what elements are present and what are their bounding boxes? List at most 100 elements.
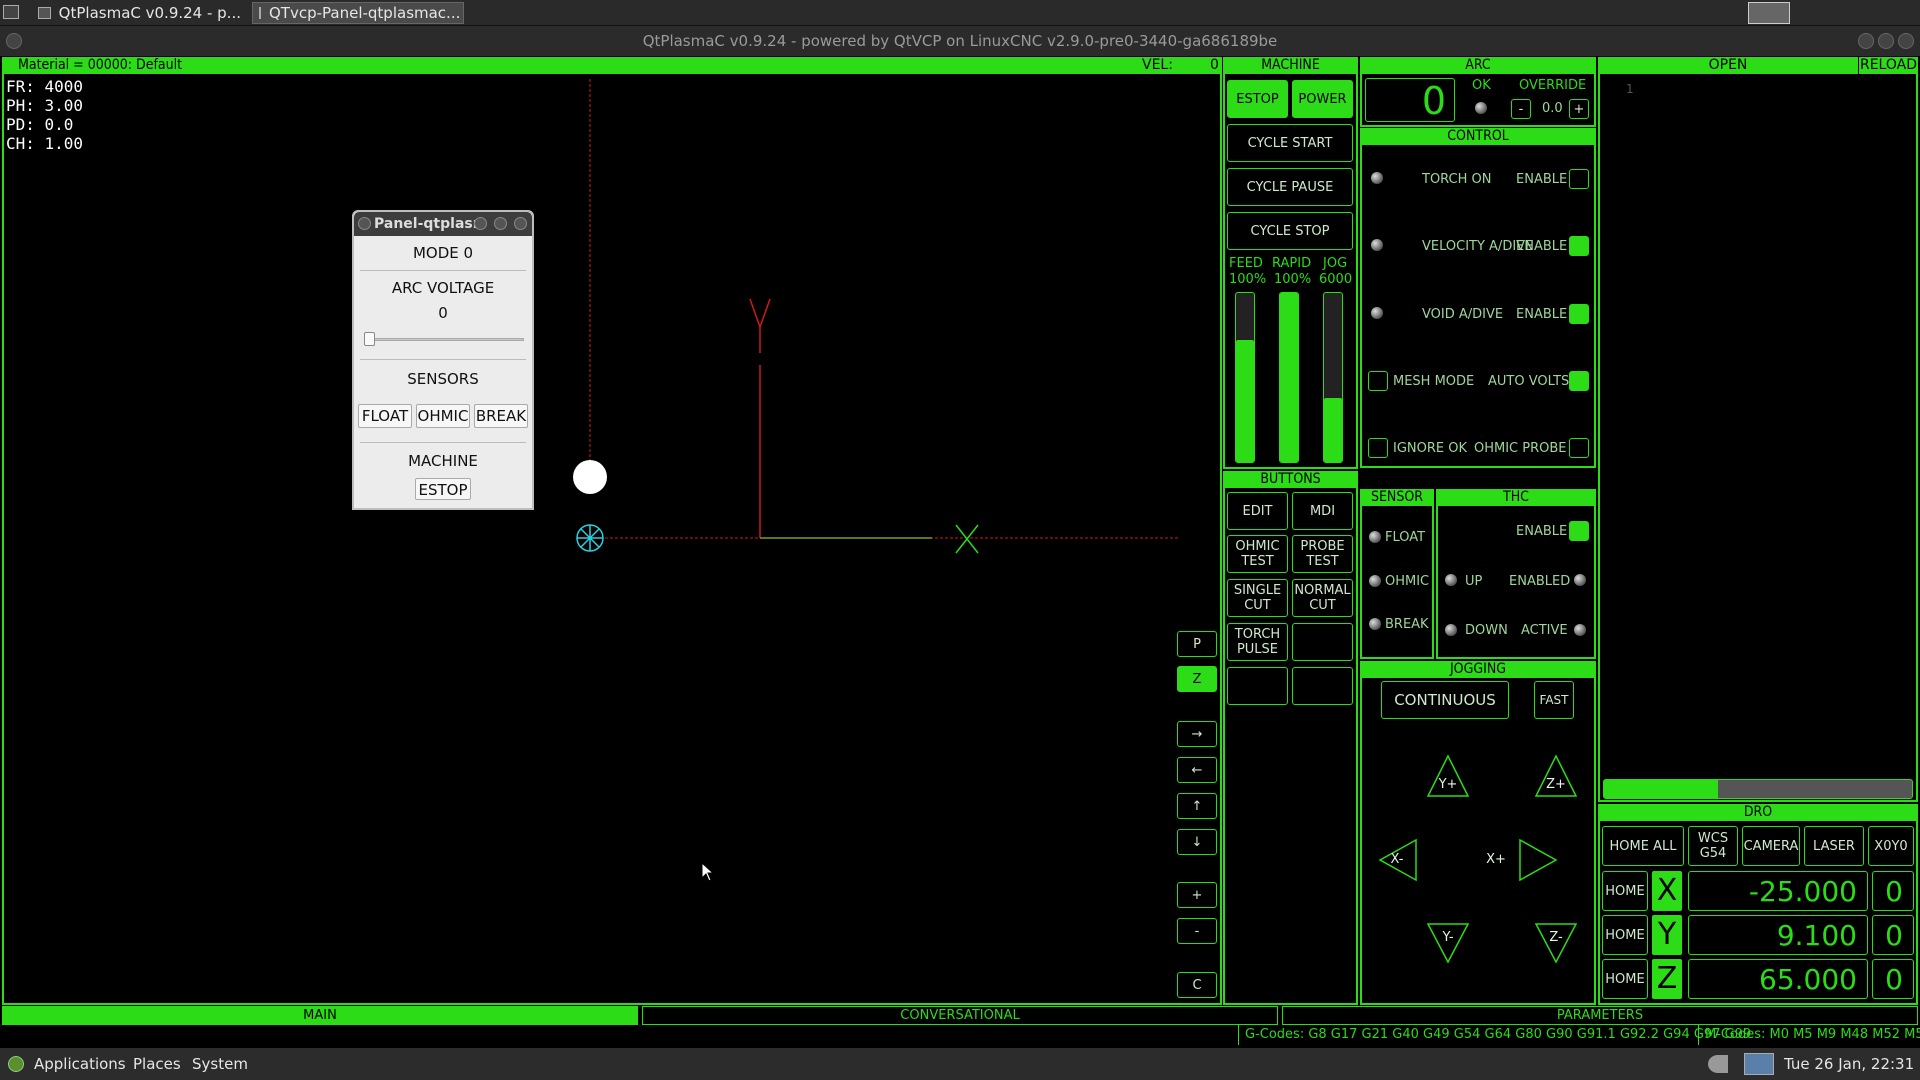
edit-button[interactable]: EDIT (1227, 492, 1288, 530)
laser-button[interactable]: LASER (1804, 826, 1864, 866)
volume-icon[interactable] (1708, 1055, 1728, 1073)
user-button-10[interactable] (1292, 667, 1353, 705)
wcs-button[interactable]: WCS G54 (1688, 826, 1738, 866)
app-icon (38, 7, 51, 19)
void-enable-checkbox[interactable] (1569, 304, 1589, 324)
break-sensor-led (1369, 618, 1381, 630)
arc-voltage-slider[interactable] (364, 332, 524, 350)
float-button[interactable]: FLOAT (358, 404, 412, 428)
view-z-button[interactable]: Z (1177, 666, 1217, 692)
home-all-button[interactable]: HOME ALL (1602, 826, 1684, 866)
override-plus-button[interactable]: + (1569, 99, 1589, 119)
user-button-8[interactable] (1292, 623, 1353, 661)
thc-down-led (1445, 624, 1457, 636)
maximize-icon[interactable] (1878, 33, 1894, 49)
jog-continuous-button[interactable]: CONTINUOUS (1381, 681, 1509, 719)
qtvcp-panel-window[interactable]: Panel-qtplasr MODE 0 ARC VOLTAGE 0 SENSO… (352, 210, 534, 510)
feed-override-slider[interactable] (1235, 292, 1255, 463)
rapid-override-slider[interactable] (1279, 292, 1299, 463)
thc-up-label: UP (1465, 574, 1483, 589)
thc-enabled-label: ENABLED (1509, 574, 1571, 589)
user-button-9[interactable] (1227, 667, 1288, 705)
system-menu[interactable]: System (192, 1055, 248, 1073)
view-p-button[interactable]: P (1177, 631, 1217, 657)
ohmic-button[interactable]: OHMIC (416, 404, 470, 428)
task-qtplasmac[interactable]: QtPlasmaC v0.9.24 - p... (32, 2, 247, 24)
task-label: QTvcp-Panel-qtplasmac... (269, 4, 461, 22)
mdi-button[interactable]: MDI (1292, 492, 1353, 530)
ohmic-probe-checkbox[interactable] (1569, 438, 1589, 458)
home-y-button[interactable]: HOME (1602, 915, 1648, 955)
cycle-stop-button[interactable]: CYCLE STOP (1227, 212, 1353, 250)
panel-title: Panel-qtplasr (374, 216, 480, 232)
x-position-display: -25.000 (1688, 871, 1868, 911)
close-icon[interactable] (1898, 33, 1914, 49)
minimize-icon[interactable] (1858, 33, 1874, 49)
workspace-switcher-icon[interactable] (1748, 2, 1790, 24)
pan-up-button[interactable]: ↑ (1177, 793, 1217, 819)
y-position-display: 9.100 (1688, 915, 1868, 955)
preview-canvas[interactable] (560, 75, 1180, 695)
panel-menu-icon[interactable] (358, 217, 371, 230)
x0y0-button[interactable]: X0Y0 (1868, 826, 1914, 866)
torch-enable-checkbox[interactable] (1569, 169, 1589, 189)
clock[interactable]: Tue 26 Jan, 22:31 (1784, 1055, 1914, 1073)
panel-minimize-icon[interactable] (474, 217, 487, 230)
network-icon[interactable] (1744, 1053, 1774, 1075)
ignore-ok-checkbox[interactable] (1368, 438, 1388, 458)
applications-menu[interactable]: Applications (34, 1055, 126, 1073)
x-zero-button[interactable]: 0 (1872, 871, 1914, 911)
tab-parameters[interactable]: PARAMETERS (1282, 1006, 1918, 1025)
estop-button[interactable]: ESTOP (1227, 80, 1288, 118)
z-zero-button[interactable]: 0 (1872, 959, 1914, 999)
panel-estop-button[interactable]: ESTOP (415, 478, 471, 500)
tab-conversational[interactable]: CONVERSATIONAL (642, 1006, 1278, 1025)
single-cut-button[interactable]: SINGLE CUT (1227, 579, 1288, 617)
reload-button[interactable]: RELOAD (1858, 57, 1918, 74)
menu-icon[interactable] (3, 5, 19, 19)
velocity-enable-label: ENABLE (1516, 239, 1568, 254)
task-qtvcp-panel[interactable]: QTvcp-Panel-qtplasmac... (252, 2, 464, 24)
ohmic-test-button[interactable]: OHMIC TEST (1227, 535, 1288, 573)
cycle-start-button[interactable]: CYCLE START (1227, 124, 1353, 162)
cycle-pause-button[interactable]: CYCLE PAUSE (1227, 168, 1353, 206)
open-button[interactable]: OPEN (1598, 57, 1858, 74)
jog-x-minus-button[interactable]: X- (1386, 852, 1408, 867)
sensors-label: SENSORS (407, 370, 479, 388)
preview-header: Material = 00000: Default (2, 57, 1222, 74)
jog-y-minus-button[interactable]: Y- (1437, 930, 1459, 945)
home-x-button[interactable]: HOME (1602, 871, 1648, 911)
jog-z-minus-button[interactable]: Z- (1545, 930, 1567, 945)
home-z-button[interactable]: HOME (1602, 959, 1648, 999)
zoom-out-button[interactable]: - (1177, 918, 1217, 944)
mesh-mode-checkbox[interactable] (1368, 371, 1388, 391)
applications-menu-icon[interactable] (8, 1056, 24, 1072)
override-minus-button[interactable]: - (1511, 99, 1531, 119)
jog-y-plus-button[interactable]: Y+ (1437, 777, 1459, 792)
jog-x-plus-button[interactable]: X+ (1485, 852, 1507, 867)
normal-cut-button[interactable]: NORMAL CUT (1292, 579, 1353, 617)
tab-main[interactable]: MAIN (2, 1006, 638, 1025)
thc-enable-checkbox[interactable] (1569, 521, 1589, 541)
power-button[interactable]: POWER (1292, 80, 1353, 118)
jog-speed-slider[interactable] (1323, 292, 1343, 463)
y-zero-button[interactable]: 0 (1872, 915, 1914, 955)
camera-button[interactable]: CAMERA (1742, 826, 1800, 866)
jog-fast-button[interactable]: FAST (1534, 681, 1574, 719)
pan-right-button[interactable]: → (1177, 721, 1217, 747)
panel-close-icon[interactable] (514, 217, 527, 230)
places-menu[interactable]: Places (133, 1055, 181, 1073)
torch-pulse-button[interactable]: TORCH PULSE (1227, 623, 1288, 661)
window-menu-icon[interactable] (6, 33, 22, 49)
clear-preview-button[interactable]: C (1177, 972, 1217, 998)
jog-z-plus-button[interactable]: Z+ (1545, 777, 1567, 792)
velocity-enable-checkbox[interactable] (1569, 236, 1589, 256)
pan-down-button[interactable]: ↓ (1177, 829, 1217, 855)
zoom-in-button[interactable]: + (1177, 882, 1217, 908)
probe-test-button[interactable]: PROBE TEST (1292, 535, 1353, 573)
pan-left-button[interactable]: ← (1177, 757, 1217, 783)
panel-maximize-icon[interactable] (494, 217, 507, 230)
auto-volts-checkbox[interactable] (1569, 371, 1589, 391)
break-button[interactable]: BREAK (474, 404, 528, 428)
arc-voltage-slider-handle[interactable] (364, 332, 375, 346)
